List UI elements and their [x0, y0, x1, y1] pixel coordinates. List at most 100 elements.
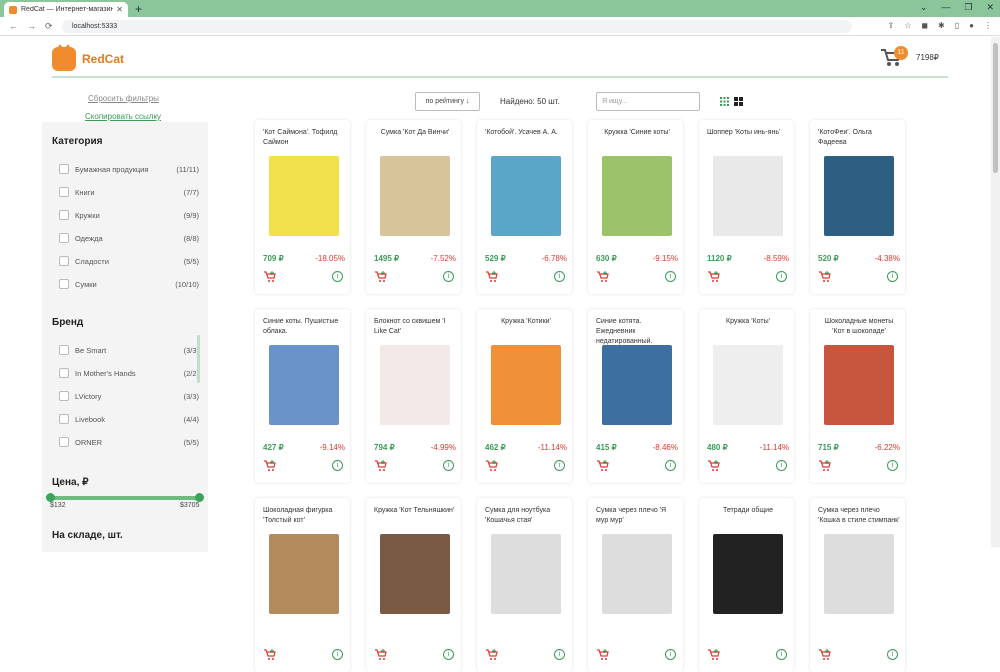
price-min-handle[interactable] [46, 493, 55, 502]
product-card[interactable]: Сумка для ноутбука 'Кошачья стая' i [477, 498, 572, 672]
add-to-cart-icon[interactable] [374, 649, 388, 661]
info-icon[interactable]: i [776, 271, 787, 282]
product-name[interactable]: Шоколадные монеты 'Кот в шоколаде' [818, 317, 900, 337]
add-to-cart-icon[interactable] [485, 271, 499, 283]
product-name[interactable]: Кружка 'Котики' [485, 317, 567, 327]
info-icon[interactable]: i [332, 649, 343, 660]
tab-close-icon[interactable]: ✕ [116, 5, 123, 14]
product-image[interactable] [269, 156, 339, 236]
cat-logo-icon[interactable] [52, 44, 76, 71]
product-name[interactable]: Синие коты. Пушистые облака. [263, 317, 345, 337]
product-card[interactable]: Синие котята. Ежедневник недатированный.… [588, 309, 683, 483]
reload-icon[interactable]: ⟳ [45, 21, 53, 32]
extension-icon[interactable]: ◼ [921, 21, 928, 30]
add-to-cart-icon[interactable] [596, 271, 610, 283]
info-icon[interactable]: i [776, 460, 787, 471]
info-icon[interactable]: i [665, 649, 676, 660]
brand-option[interactable]: LVictory (3/3) [59, 389, 199, 403]
info-icon[interactable]: i [554, 271, 565, 282]
product-card[interactable]: Сумка через плечо 'Кошка в стиле стимпан… [810, 498, 905, 672]
product-name[interactable]: 'КотоФеи'. Ольга Фадеева [818, 128, 900, 148]
checkbox[interactable] [59, 345, 69, 355]
add-to-cart-icon[interactable] [263, 271, 277, 283]
product-card[interactable]: 'Кот Саймона'. Тофилд Саймон 709 ₽ -18.05%… [255, 120, 350, 294]
product-name[interactable]: 'Кот Саймона'. Тофилд Саймон [263, 128, 345, 148]
product-card[interactable]: Кружка 'Коты' 480 ₽ -11.14% i [699, 309, 794, 483]
product-image[interactable] [602, 345, 672, 425]
checkbox[interactable] [59, 368, 69, 378]
product-card[interactable]: Синие коты. Пушистые облака. 427 ₽ -9.14% i [255, 309, 350, 483]
brand-name[interactable]: RedCat [82, 52, 124, 66]
close-window-icon[interactable]: ✕ [986, 2, 994, 13]
category-option[interactable]: Кружки (9/9) [59, 208, 199, 222]
add-to-cart-icon[interactable] [818, 460, 832, 472]
add-to-cart-icon[interactable] [707, 460, 721, 472]
sort-dropdown[interactable]: по рейтингу ↓ [415, 92, 480, 111]
info-icon[interactable]: i [665, 460, 676, 471]
product-name[interactable]: Кружка 'Кот Тельняшкин' [374, 506, 456, 516]
checkbox[interactable] [59, 279, 69, 289]
tab-search-icon[interactable]: ⌄ [920, 2, 928, 13]
search-input[interactable]: Я ищу... [596, 92, 700, 111]
checkbox[interactable] [59, 256, 69, 266]
brand-option[interactable]: Livebook (4/4) [59, 412, 199, 426]
product-card[interactable]: Тетради общие i [699, 498, 794, 672]
share-icon[interactable]: ⇪ [888, 21, 895, 30]
product-image[interactable] [602, 534, 672, 614]
add-to-cart-icon[interactable] [263, 649, 277, 661]
product-image[interactable] [380, 156, 450, 236]
checkbox[interactable] [59, 187, 69, 197]
product-name[interactable]: Тетради общие [707, 506, 789, 516]
add-to-cart-icon[interactable] [596, 649, 610, 661]
checkbox[interactable] [59, 414, 69, 424]
info-icon[interactable]: i [332, 460, 343, 471]
add-to-cart-icon[interactable] [596, 460, 610, 472]
category-option[interactable]: Книги (7/7) [59, 185, 199, 199]
puzzle-icon[interactable]: ✱ [938, 21, 945, 30]
product-name[interactable]: Блокнот со сквишем 'I Like Cat' [374, 317, 456, 337]
brand-option[interactable]: Be Smart (3/3) [59, 343, 199, 357]
browser-tab[interactable]: RedCat — Интернет-магазин д... ✕ [4, 2, 128, 17]
profile-icon[interactable]: ● [969, 21, 974, 30]
product-image[interactable] [824, 345, 894, 425]
back-icon[interactable]: ← [9, 21, 18, 31]
product-card[interactable]: Шоппер 'Коты инь-янь' 1120 ₽ -8.59% i [699, 120, 794, 294]
url-input[interactable]: localhost:5333 [62, 20, 852, 33]
product-name[interactable]: Сумка через плечо 'Кошка в стиле стимпан… [818, 506, 900, 526]
add-to-cart-icon[interactable] [707, 271, 721, 283]
product-card[interactable]: Шоколадная фигурка 'Толстый кот' i [255, 498, 350, 672]
product-image[interactable] [380, 534, 450, 614]
info-icon[interactable]: i [443, 460, 454, 471]
product-name[interactable]: Сумка через плечо 'Я мур мур' [596, 506, 678, 526]
info-icon[interactable]: i [665, 271, 676, 282]
sidepanel-icon[interactable]: ▯ [955, 21, 959, 30]
checkbox[interactable] [59, 391, 69, 401]
info-icon[interactable]: i [332, 271, 343, 282]
product-card[interactable]: Кружка 'Кот Тельняшкин' i [366, 498, 461, 672]
add-to-cart-icon[interactable] [374, 271, 388, 283]
product-image[interactable] [713, 345, 783, 425]
brand-list-scrollbar[interactable] [197, 335, 200, 383]
category-option[interactable]: Сумки (10/10) [59, 277, 199, 291]
add-to-cart-icon[interactable] [374, 460, 388, 472]
product-name[interactable]: Сумка для ноутбука 'Кошачья стая' [485, 506, 567, 526]
info-icon[interactable]: i [554, 460, 565, 471]
menu-icon[interactable]: ⋮ [984, 21, 992, 30]
info-icon[interactable]: i [776, 649, 787, 660]
checkbox[interactable] [59, 210, 69, 220]
product-image[interactable] [380, 345, 450, 425]
product-image[interactable] [269, 534, 339, 614]
brand-option[interactable]: In Mother's Hands (2/2) [59, 366, 199, 380]
info-icon[interactable]: i [887, 271, 898, 282]
product-image[interactable] [491, 534, 561, 614]
checkbox[interactable] [59, 437, 69, 447]
new-tab-icon[interactable]: + [135, 2, 142, 16]
product-card[interactable]: Кружка 'Синие коты' 630 ₽ -9.15% i [588, 120, 683, 294]
info-icon[interactable]: i [554, 649, 565, 660]
add-to-cart-icon[interactable] [485, 460, 499, 472]
product-card[interactable]: Блокнот со сквишем 'I Like Cat' 794 ₽ -4.9… [366, 309, 461, 483]
info-icon[interactable]: i [887, 460, 898, 471]
add-to-cart-icon[interactable] [707, 649, 721, 661]
product-image[interactable] [713, 156, 783, 236]
info-icon[interactable]: i [443, 271, 454, 282]
